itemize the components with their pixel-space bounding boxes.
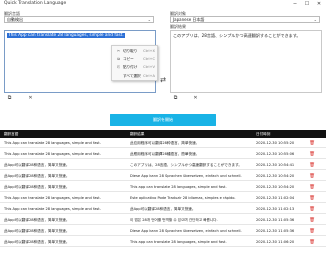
menu-item-label: すべて選択	[123, 74, 141, 78]
row-target: Diese App kann 28 Sprachen übersetzen, e…	[130, 174, 242, 178]
history-table-body: This App can translate 28 languages, sim…	[0, 139, 326, 253]
table-row[interactable]: 此App可以翻译28种语言，简单又快速。 Diese App kann 28 S…	[0, 172, 326, 181]
target-language-value: Japanese 日本語	[173, 17, 205, 22]
trash-icon[interactable]: 🗑	[309, 194, 315, 203]
clear-output-button[interactable]: ✕	[192, 95, 199, 102]
row-date: 2020-12-30 10:55:06	[256, 152, 295, 156]
menu-item-shortcut: Ctrl+X	[143, 49, 155, 53]
trash-icon[interactable]: 🗑	[309, 227, 315, 236]
menu-item-label: コピー	[123, 57, 134, 61]
row-date: 2020-12-30 11:02:13	[256, 207, 295, 211]
table-row[interactable]: 此App可以翻译28种语言，简单又快速。 このアプリは、28言語、シンプルかつ高…	[0, 161, 326, 170]
output-text: このアプリは、28言語、シンプルかつ高速翻訳することができます。	[173, 33, 301, 38]
row-date: 2020-12-30 11:05:36	[256, 229, 295, 233]
menu-item-copy[interactable]: ⧉ コピー Ctrl+C	[112, 55, 159, 63]
context-menu: ✂ 切り取り Ctrl+X ⧉ コピー Ctrl+C ⎘ 貼り付け Ctrl+V…	[111, 45, 158, 81]
close-icon[interactable]: ✕	[314, 1, 324, 8]
trash-icon[interactable]: 🗑	[309, 216, 315, 225]
row-date: 2020-12-30 10:54:20	[256, 185, 295, 189]
trash-icon[interactable]: 🗑	[309, 205, 315, 214]
column-header-source: 翻訳言語	[4, 132, 19, 136]
menu-item-label: 貼り付け	[123, 65, 138, 69]
row-target: 此應用程序可以翻譯28種語言，簡單快速。	[130, 152, 200, 156]
history-table-header: 翻訳言語 翻訳結果 日付時刻	[0, 130, 326, 138]
target-language-select[interactable]: Japanese 日本語 ⌄	[170, 16, 320, 23]
maximize-icon[interactable]: ☐	[302, 1, 312, 8]
menu-item-label: 切り取り	[123, 49, 138, 53]
source-language-select[interactable]: 自動検出 ⌄	[4, 16, 154, 23]
title-bar: Quick Translation Language ─ ☐ ✕	[0, 0, 326, 10]
table-row[interactable]: This App can translate 28 languages, sim…	[0, 205, 326, 214]
row-source: This App can translate 28 languages, sim…	[4, 196, 101, 200]
table-row[interactable]: 此App可以翻译28种语言，简单又快速。 이 앱은 28개 언어를 번역할 수 …	[0, 216, 326, 225]
source-text-selected[interactable]: This App can translate 28 languages, sim…	[7, 33, 125, 38]
menu-item-select-all[interactable]: すべて選択 Ctrl+A	[112, 72, 159, 80]
row-target: This app can translate 28 languages, sim…	[130, 240, 227, 244]
column-header-target: 翻訳結果	[130, 132, 145, 136]
chevron-down-icon: ⌄	[313, 17, 317, 22]
menu-item-cut[interactable]: ✂ 切り取り Ctrl+X	[112, 47, 159, 55]
row-target: このアプリは、28言語、シンプルかつ高速翻訳することができます。	[130, 163, 242, 167]
row-target: Diese App kann 28 Sprachen übersetzen, e…	[130, 229, 242, 233]
row-target: 이 앱은 28개 언어를 번역할 수 있으며 간단하고 빠릅니다.	[130, 218, 218, 222]
table-row[interactable]: This App can translate 28 languages, sim…	[0, 139, 326, 148]
row-source: This App can translate 28 languages, sim…	[4, 207, 101, 211]
scissors-icon: ✂	[116, 49, 120, 53]
table-row[interactable]: 此App可以翻译28种语言，简单又快速。 Diese App kann 28 S…	[0, 227, 326, 236]
table-row[interactable]: 此App可以翻译28种语言，简单又快速。 This app can transl…	[0, 183, 326, 192]
minimize-icon[interactable]: ─	[290, 1, 300, 8]
row-source: 此App可以翻译28种语言，简单又快速。	[4, 240, 70, 244]
column-header-date: 日付時刻	[256, 132, 271, 136]
row-target: 此应用程序可以翻译28种语言，简单快速。	[130, 141, 200, 145]
row-target: 此App可以翻译28种语言，简单又快速。	[130, 207, 196, 211]
menu-item-paste[interactable]: ⎘ 貼り付け Ctrl+V	[112, 63, 159, 71]
source-language-value: 自動検出	[7, 17, 23, 22]
row-date: 2020-12-30 10:54:20	[256, 174, 295, 178]
output-text-area[interactable]: このアプリは、28言語、シンプルかつ高速翻訳することができます。	[170, 30, 322, 93]
copy-icon: ⧉	[117, 57, 120, 61]
menu-item-shortcut: Ctrl+A	[143, 74, 155, 78]
row-source: 此App可以翻译28种语言，简单又快速。	[4, 229, 70, 233]
clear-source-button[interactable]: ✕	[27, 95, 34, 102]
row-source: 此App可以翻译28种语言，简单又快速。	[4, 174, 70, 178]
row-target: Este aplicativo Pode Traduzir 28 idiomas…	[130, 196, 236, 200]
row-source: 此App可以翻译28种语言，简单又快速。	[4, 185, 70, 189]
trash-icon[interactable]: 🗑	[309, 238, 315, 247]
row-source: 此App可以翻译28种语言，简单又快速。	[4, 218, 70, 222]
paste-icon: ⎘	[117, 65, 120, 69]
trash-icon[interactable]: 🗑	[309, 139, 315, 148]
row-date: 2020-12-30 11:02:04	[256, 196, 295, 200]
copy-source-button[interactable]: ⧉	[6, 95, 13, 102]
menu-item-shortcut: Ctrl+C	[143, 57, 155, 61]
row-date: 2020-12-30 11:06:20	[256, 240, 295, 244]
table-row[interactable]: This App can translate 28 languages, sim…	[0, 150, 326, 159]
trash-icon[interactable]: 🗑	[309, 172, 315, 181]
table-row[interactable]: 此App可以翻译28种语言，简单又快速。 This app can transl…	[0, 238, 326, 247]
trash-icon[interactable]: 🗑	[309, 161, 315, 170]
trash-icon[interactable]: 🗑	[309, 183, 315, 192]
translate-button[interactable]: 翻訳を開始	[110, 114, 216, 126]
row-source: 此App可以翻译28种语言，简单又快速。	[4, 163, 70, 167]
row-date: 2020-12-30 10:55:20	[256, 141, 295, 145]
copy-output-button[interactable]: ⧉	[172, 95, 179, 102]
row-source: This App can translate 28 languages, sim…	[4, 141, 101, 145]
chevron-down-icon: ⌄	[147, 17, 151, 22]
swap-icon: ⇄	[160, 76, 166, 84]
row-date: 2020-12-30 11:05:36	[256, 218, 295, 222]
table-row[interactable]: This App can translate 28 languages, sim…	[0, 194, 326, 203]
menu-item-shortcut: Ctrl+V	[143, 65, 155, 69]
row-target: This app can translate 28 languages, sim…	[130, 185, 227, 189]
trash-icon[interactable]: 🗑	[309, 150, 315, 159]
row-source: This App can translate 28 languages, sim…	[4, 152, 101, 156]
row-date: 2020-12-30 10:54:41	[256, 163, 295, 167]
window-title: Quick Translation Language	[4, 1, 67, 6]
swap-languages-button[interactable]: ⇄	[158, 76, 168, 86]
